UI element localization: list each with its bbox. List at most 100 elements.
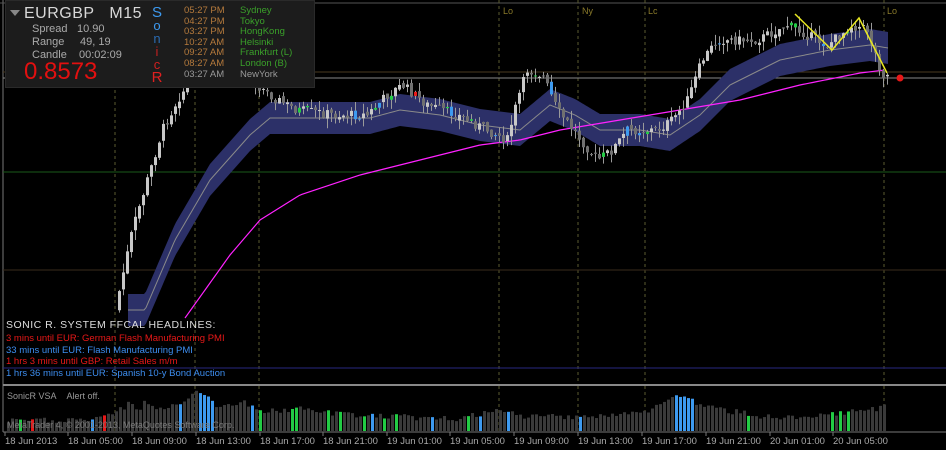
candle-body [834,34,837,42]
candle-body [670,116,673,122]
candle-body [146,177,149,196]
candle-body [174,106,177,114]
candle-body [474,121,477,129]
volume-bar [527,417,530,431]
candle-body [526,72,529,76]
volume-bar [551,413,554,431]
headlines-title: SONIC R. SYSTEM FFCAL HEADLINES: [6,319,216,331]
time-label: 18 Jun 17:00 [260,436,315,447]
volume-bar [819,413,822,431]
volume-bar [771,418,774,431]
volume-bar [427,417,430,431]
volume-bar [291,408,294,431]
price-marker-dot [896,74,904,82]
volume-bar [667,399,670,431]
volume-bar [467,416,470,431]
candle-body [694,76,697,88]
range-value: 49, 19 [80,36,111,48]
volume-bar [243,400,246,431]
candle-body [678,110,681,115]
volume-bar [683,396,686,431]
volume-bar [251,405,254,431]
candle-body [390,95,393,100]
candle-body [298,107,301,113]
candle-body [314,107,317,111]
volume-bar [651,408,654,431]
volume-bar [343,412,346,431]
volume-bar [355,417,358,431]
volume-bar [239,402,242,431]
volume-bar [827,414,830,431]
candle-body [626,126,629,136]
time-label: 18 Jun 13:00 [196,436,251,447]
volume-bar [699,404,702,431]
candle-body [270,92,273,100]
candle-body [530,72,533,75]
volume-bar [391,414,394,431]
candle-body [722,43,725,45]
candle-body [450,106,453,116]
volume-bar [499,410,502,431]
volume-bar [319,412,322,431]
candle-body [638,133,641,136]
volume-bar [679,396,682,431]
session-city: Frankfurt (L) [240,47,293,59]
session-row: 05:27 PM Sydney [184,5,292,17]
volume-bar [287,412,290,431]
candle-body [446,106,449,109]
collapse-triangle-icon[interactable] [10,10,20,16]
candle-body [602,152,605,157]
candle-body [458,114,461,121]
volume-bar [835,415,838,431]
volume-bar [639,412,642,431]
volume-bar [451,420,454,431]
candle-body [366,111,369,116]
volume-bar [367,415,370,431]
candle-body [766,31,769,36]
candle-body [686,96,689,108]
session-city: Sydney [240,5,272,16]
volume-bar [519,414,522,431]
candle-body [630,124,633,130]
volume-bar [739,413,742,431]
volume-bar [815,416,818,431]
candle-body [806,36,809,40]
volume-bar [807,416,810,431]
candle-body [470,119,473,121]
volume-bar [875,411,878,431]
volume-bar [867,409,870,431]
volume-bar [539,416,542,431]
volume-bar [275,410,278,431]
candle-body [710,45,713,53]
volume-bar [323,411,326,431]
candle-body [266,89,269,92]
volume-bar [755,416,758,431]
headline-item: 3 mins until EUR: German Flash Manufactu… [6,333,225,345]
candle-body [634,127,637,135]
candle-body [430,103,433,106]
candle-body [542,75,545,77]
candle-body [138,206,141,219]
candle-body [290,103,293,106]
volume-bar [719,407,722,431]
candle-body [682,108,685,110]
candle-body [666,120,669,131]
volume-bar [395,414,398,431]
time-label: 20 Jun 01:00 [770,436,825,447]
volume-bar [583,415,586,431]
volume-bar [491,411,494,431]
candle-body [738,36,741,45]
volume-bar [783,417,786,431]
time-label: 18 Jun 09:00 [132,436,187,447]
candle-body [802,32,805,38]
candle-body [354,110,357,120]
candle-body [506,135,509,142]
volume-bar [439,418,442,431]
candle-body [714,44,717,46]
candle-body [558,102,561,109]
volume-bar [495,409,498,431]
session-time: 05:27 PM [184,5,225,16]
candle-body [770,31,773,37]
volume-bar [515,415,518,431]
candle-body [494,135,497,137]
